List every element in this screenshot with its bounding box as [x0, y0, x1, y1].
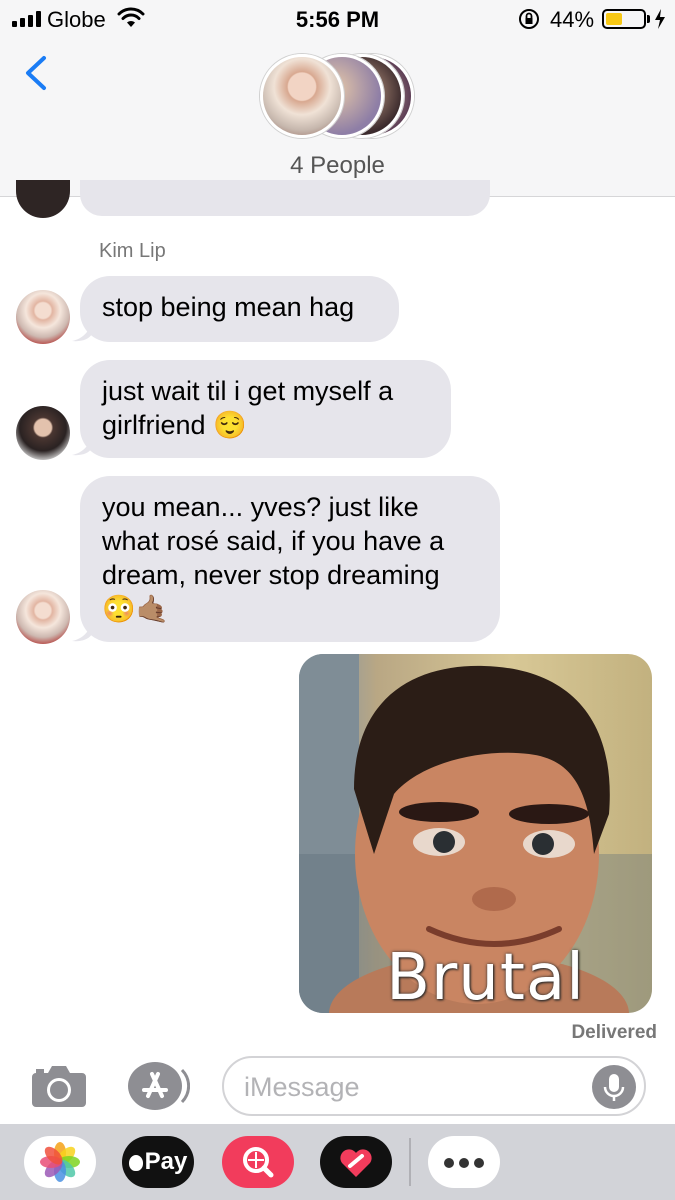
- digital-touch-icon: [340, 1149, 372, 1177]
- apple-logo-icon: [128, 1155, 143, 1171]
- message-input-field[interactable]: [222, 1056, 646, 1116]
- photos-icon: [40, 1142, 80, 1182]
- message-bubble[interactable]: stop being mean hag: [80, 276, 399, 342]
- message-input[interactable]: [244, 1068, 594, 1106]
- battery-level: [606, 13, 622, 25]
- more-apps-button[interactable]: [428, 1136, 500, 1188]
- message-text-line: what rosé said, if you have a: [102, 526, 445, 556]
- image-search-icon: [243, 1147, 274, 1178]
- avatar: [16, 290, 70, 344]
- orientation-lock-icon: [519, 9, 539, 29]
- conversation-header: Globe 5:56 PM 44% 4 People: [0, 0, 675, 197]
- microphone-icon[interactable]: [592, 1065, 636, 1109]
- apple-pay-button[interactable]: Pay: [122, 1136, 194, 1188]
- camera-icon[interactable]: [30, 1063, 88, 1109]
- group-member-count[interactable]: 4 People: [0, 152, 675, 180]
- photos-app-button[interactable]: [24, 1136, 96, 1188]
- battery-icon: [602, 9, 646, 29]
- image-caption: Brutal: [386, 941, 585, 1013]
- message-text-line: 😳🤙🏽: [102, 594, 170, 624]
- message-bubble[interactable]: you mean... yves? just like what rosé sa…: [80, 476, 500, 642]
- group-avatars[interactable]: [258, 50, 418, 142]
- app-store-icon[interactable]: [126, 1060, 190, 1112]
- status-bar: Globe 5:56 PM 44%: [0, 0, 675, 40]
- avatar: [16, 590, 70, 644]
- battery-percent: 44%: [550, 7, 595, 32]
- image-message[interactable]: Brutal: [299, 654, 652, 1013]
- message-bubble[interactable]: just wait til i get myself a girlfriend …: [80, 360, 451, 458]
- delivery-status: Delivered: [571, 1022, 657, 1043]
- microphone-glyph: [603, 1074, 625, 1101]
- avatar: [16, 406, 70, 460]
- message-text-line: girlfriend 😌: [102, 410, 247, 440]
- message-text-line: just wait til i get myself a: [102, 376, 394, 406]
- image-search-button[interactable]: [222, 1136, 294, 1188]
- sender-name: Kim Lip: [99, 240, 166, 262]
- avatar: [16, 180, 70, 218]
- message-bubble-partial: [80, 180, 490, 216]
- chevron-left-icon[interactable]: [22, 55, 50, 91]
- battery-cap: [647, 15, 650, 23]
- message-text-line: dream, never stop dreaming: [102, 560, 440, 590]
- digital-touch-button[interactable]: [320, 1136, 392, 1188]
- message-text: stop being mean hag: [102, 292, 355, 322]
- message-text-line: you mean... yves? just like: [102, 492, 419, 522]
- app-drawer: Pay: [0, 1124, 675, 1200]
- avatar: [260, 54, 344, 138]
- charging-bolt-icon: [655, 9, 665, 29]
- apple-pay-label: Pay: [144, 1148, 188, 1175]
- drawer-divider: [409, 1138, 411, 1186]
